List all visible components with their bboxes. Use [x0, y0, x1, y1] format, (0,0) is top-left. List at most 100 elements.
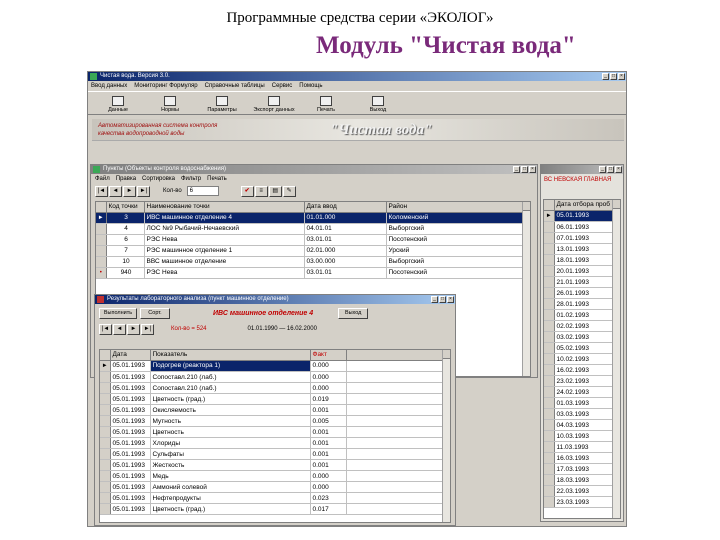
list-item[interactable]: 28.01.1993	[544, 298, 620, 310]
list-item[interactable]: 24.02.1993	[544, 386, 620, 398]
minimize-icon[interactable]: _	[513, 166, 520, 173]
table-row[interactable]: 05.01.1993 Жесткость 0.001	[100, 459, 450, 471]
list-item[interactable]: 01.02.1993	[544, 309, 620, 321]
col-fact[interactable]: Факт	[310, 350, 347, 361]
toolbar-export-button[interactable]: Экспорт данных	[250, 92, 298, 114]
points-menu-filter[interactable]: Фильтр	[181, 174, 201, 184]
list-item[interactable]: 18.03.1993	[544, 474, 620, 486]
sort-icon[interactable]: ≡	[254, 185, 268, 197]
col-entry-date[interactable]: Дата ввод	[304, 202, 387, 213]
menu-service[interactable]: Сервис	[272, 81, 293, 91]
list-item[interactable]: 26.01.1993	[544, 287, 620, 299]
check-icon[interactable]: ✔	[240, 185, 254, 197]
maximize-icon[interactable]: □	[607, 166, 614, 173]
col-point-code[interactable]: Код точки	[106, 202, 145, 213]
table-row[interactable]: • 940 РЭС Нева 03.01.01 Посотенский	[96, 267, 530, 279]
print-small-icon[interactable]: ▤	[268, 185, 282, 197]
list-item[interactable]: 18.01.1993	[544, 254, 620, 266]
analysis-window-titlebar[interactable]: Результаты лабораторного анализа (пункт …	[95, 295, 455, 304]
list-item[interactable]: 16.02.1993	[544, 364, 620, 376]
close-icon[interactable]: ×	[529, 166, 536, 173]
list-item[interactable]: 10.03.1993	[544, 430, 620, 442]
minimize-icon[interactable]: _	[431, 296, 438, 303]
table-row[interactable]: 05.01.1993 Медь 0.000	[100, 470, 450, 482]
points-scrollbar[interactable]	[522, 202, 530, 376]
prev-record-icon[interactable]: ◄	[109, 185, 122, 197]
points-menu-print[interactable]: Печать	[207, 174, 227, 184]
table-row[interactable]: 4 ЛОС №9 Рыбачий-Нечаевский 04.01.01 Выб…	[96, 223, 530, 235]
col-indicator[interactable]: Показатель	[150, 350, 311, 361]
list-item[interactable]: 06.01.1993	[544, 221, 620, 233]
close-icon[interactable]: ×	[615, 166, 622, 173]
main-window-titlebar[interactable]: Чистая вода. Версия 3.0. _ □ ×	[88, 72, 626, 81]
list-item[interactable]: 20.01.1993	[544, 265, 620, 277]
table-row[interactable]: 05.01.1993 Хлориды 0.001	[100, 437, 450, 449]
close-icon[interactable]: ×	[447, 296, 454, 303]
table-row[interactable]: 05.01.1993 Сульфаты 0.001	[100, 448, 450, 460]
table-row[interactable]: 10 ВВС машинное отделение 03.00.000 Выбо…	[96, 256, 530, 268]
prev-record-icon[interactable]: ◄	[113, 323, 126, 335]
close-icon[interactable]: ×	[618, 73, 625, 80]
list-item[interactable]: 21.01.1993	[544, 276, 620, 288]
minimize-icon[interactable]: _	[599, 166, 606, 173]
list-item[interactable]: 10.02.1993	[544, 353, 620, 365]
next-record-icon[interactable]: ►	[127, 323, 140, 335]
menu-data-entry[interactable]: Ввод данных	[91, 81, 127, 91]
table-row[interactable]: ► 3 ИВС машинное отделение 4 01.01.000 К…	[96, 212, 530, 224]
points-menu-sort[interactable]: Сортировка	[142, 174, 175, 184]
menu-reference[interactable]: Справочные таблицы	[205, 81, 265, 91]
toolbar-print-button[interactable]: Печать	[302, 92, 350, 114]
col-point-name[interactable]: Наименование точки	[144, 202, 305, 213]
last-record-icon[interactable]: ►|	[137, 185, 150, 197]
points-menu-edit[interactable]: Правка	[116, 174, 136, 184]
list-item[interactable]: 23.03.1993	[544, 496, 620, 508]
menu-monitoring[interactable]: Мониторинг Формуляр	[134, 81, 197, 91]
col-date[interactable]: Дата	[110, 350, 151, 361]
list-item[interactable]: 23.02.1993	[544, 375, 620, 387]
list-item[interactable]: 11.03.1993	[544, 441, 620, 453]
table-row[interactable]: 7 РЭС машинное отделение 1 02.01.000 Урс…	[96, 245, 530, 257]
points-window-titlebar[interactable]: Пункты (Объекты контроля водоснабжения) …	[91, 165, 537, 174]
next-record-icon[interactable]: ►	[123, 185, 136, 197]
toolbar-params-button[interactable]: Параметры	[198, 92, 246, 114]
col-district[interactable]: Район	[386, 202, 530, 213]
dates-scrollbar[interactable]	[612, 200, 620, 518]
list-item[interactable]: 01.03.1993	[544, 397, 620, 409]
edit-icon[interactable]: ✎	[282, 185, 296, 197]
table-row[interactable]: ► 05.01.1993 Подогрев (реактора 1) 0.000	[100, 360, 450, 372]
list-item[interactable]: 13.01.1993	[544, 243, 620, 255]
list-item[interactable]: 04.03.1993	[544, 419, 620, 431]
table-row[interactable]: 05.01.1993 Окисляемость 0.001	[100, 404, 450, 416]
analysis-scrollbar[interactable]	[442, 350, 450, 522]
table-row[interactable]: 05.01.1993 Сопоставл.210 (лаб.) 0.000	[100, 371, 450, 383]
exit-button[interactable]: Выход	[338, 307, 369, 319]
maximize-icon[interactable]: □	[521, 166, 528, 173]
table-row[interactable]: 05.01.1993 Цветность 0.001	[100, 426, 450, 438]
first-record-icon[interactable]: |◄	[95, 185, 108, 197]
first-record-icon[interactable]: |◄	[99, 323, 112, 335]
table-row[interactable]: 05.01.1993 Сопоставл.210 (лаб.) 0.000	[100, 382, 450, 394]
dates-window-titlebar[interactable]: _ □ ×	[541, 165, 623, 174]
toolbar-data-button[interactable]: Данные	[94, 92, 142, 114]
table-row[interactable]: 05.01.1993 Цветность (град.) 0.017	[100, 503, 450, 515]
list-item[interactable]: 02.02.1993	[544, 320, 620, 332]
list-item[interactable]: 22.03.1993	[544, 485, 620, 497]
table-row[interactable]: 05.01.1993 Аммоний солевой 0.000	[100, 481, 450, 493]
menu-help[interactable]: Помощь	[299, 81, 322, 91]
points-menu-file[interactable]: Файл	[95, 174, 110, 184]
list-item[interactable]: 03.02.1993	[544, 331, 620, 343]
list-item[interactable]: ► 05.01.1993	[544, 210, 620, 222]
minimize-icon[interactable]: _	[602, 73, 609, 80]
col-sample-date[interactable]: Дата отбора проб	[554, 200, 620, 211]
run-button[interactable]: Выполнить	[99, 307, 137, 319]
table-row[interactable]: 05.01.1993 Цветность (град.) 0.019	[100, 393, 450, 405]
sort-button[interactable]: Сорт.	[140, 307, 170, 319]
list-item[interactable]: 03.03.1993	[544, 408, 620, 420]
maximize-icon[interactable]: □	[439, 296, 446, 303]
table-row[interactable]: 05.01.1993 Мутность 0.005	[100, 415, 450, 427]
table-row[interactable]: 05.01.1993 Нефтепродукты 0.023	[100, 492, 450, 504]
maximize-icon[interactable]: □	[610, 73, 617, 80]
toolbar-exit-button[interactable]: Выход	[354, 92, 402, 114]
list-item[interactable]: 07.01.1993	[544, 232, 620, 244]
list-item[interactable]: 05.02.1993	[544, 342, 620, 354]
